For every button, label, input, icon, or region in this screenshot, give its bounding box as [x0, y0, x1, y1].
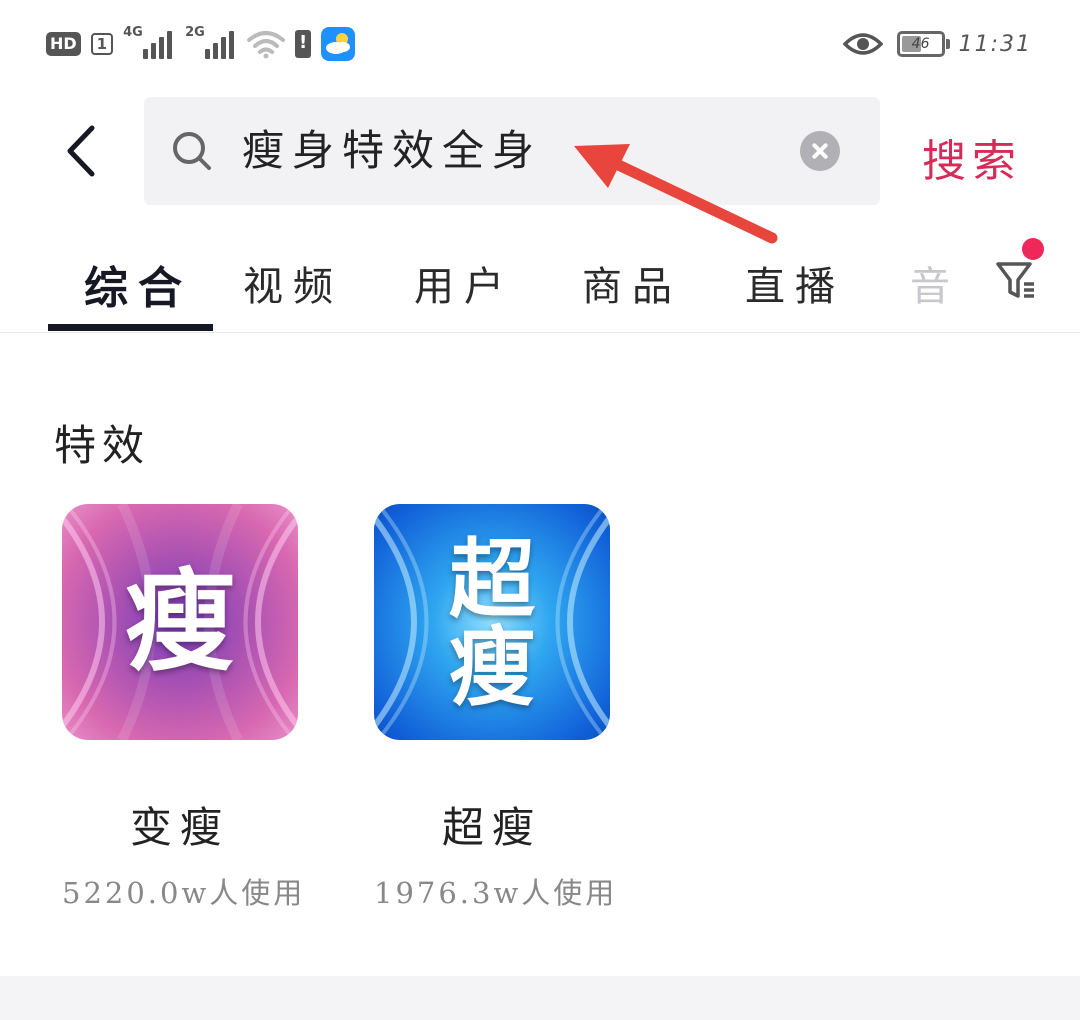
battery-warning-icon [295, 30, 312, 58]
effect-card-chaosou[interactable]: 超 瘦 超瘦 1976.3w人使用 [374, 504, 614, 910]
battery-icon: 46 [896, 31, 950, 57]
notification-dot [1022, 238, 1044, 260]
result-tabs: 综合 视频 用户 商品 直播 音 [0, 240, 1080, 333]
back-button[interactable] [58, 118, 108, 184]
effect-thumbnail: 超 瘦 [374, 504, 610, 740]
active-tab-indicator [48, 324, 213, 331]
search-icon [173, 132, 211, 170]
effect-usage-count: 5220.0w人使用 [62, 876, 306, 910]
tab-products[interactable]: 商品 [582, 254, 682, 312]
effect-usage-count: 1976.3w人使用 [374, 876, 618, 910]
tab-comprehensive[interactable]: 综合 [84, 252, 192, 316]
effect-card-biansou[interactable]: 瘦 变瘦 5220.0w人使用 [62, 504, 302, 910]
tab-videos[interactable]: 视频 [243, 254, 343, 312]
hd-icon: HD [46, 32, 81, 56]
effect-thumbnail: 瘦 [62, 504, 298, 740]
wifi-icon [247, 31, 286, 59]
chevron-left-icon [67, 125, 95, 177]
eye-icon [842, 33, 883, 55]
clock: 11:31 [958, 31, 1032, 57]
section-title: 特效 [54, 421, 151, 470]
status-bar: HD 1 4G 2G ! 46 11:31 [0, 0, 1080, 86]
effect-name: 变瘦 [129, 803, 230, 852]
search-input[interactable] [242, 125, 762, 177]
weather-app-icon [321, 27, 356, 61]
tab-music[interactable]: 音 [910, 254, 960, 312]
section-divider [0, 976, 1080, 1020]
signal-4g-icon: 4G [123, 25, 175, 61]
sim-slot-icon: 1 [90, 33, 114, 55]
tab-users[interactable]: 用户 [414, 254, 514, 312]
effect-name: 超瘦 [441, 803, 542, 852]
signal-2g-icon: 2G [185, 25, 237, 61]
filter-icon[interactable] [994, 254, 1040, 304]
search-button[interactable]: 搜索 [922, 125, 1022, 189]
clear-search-button[interactable] [800, 131, 840, 171]
tab-live[interactable]: 直播 [745, 254, 845, 312]
search-bar[interactable] [144, 97, 880, 205]
